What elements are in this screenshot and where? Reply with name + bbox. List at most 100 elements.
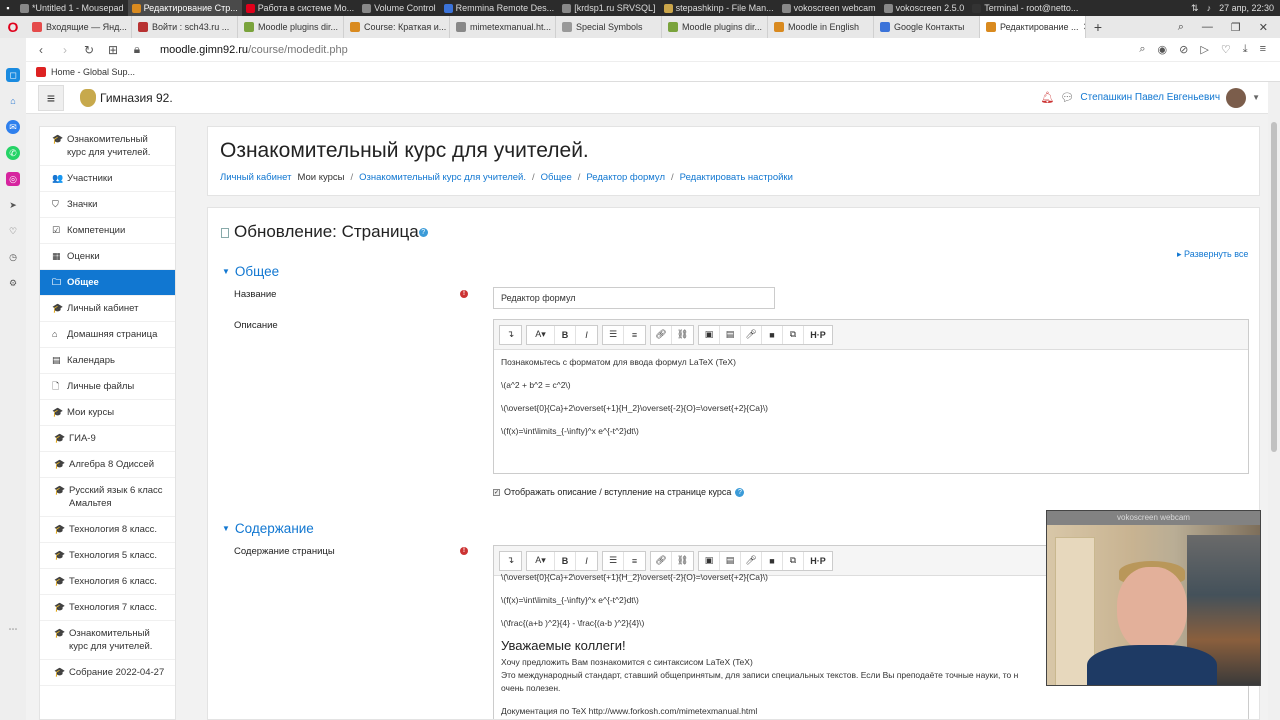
notifications-icon[interactable]: 🔔︎ <box>1040 91 1054 104</box>
drawer-item[interactable]: ▤ Календарь <box>40 348 175 374</box>
toolbar-toggle-icon[interactable]: ↴ <box>500 552 521 570</box>
clock[interactable]: 27 апр, 22:30 <box>1219 3 1274 13</box>
browser-tab[interactable]: Входящие — Янд... <box>26 16 132 38</box>
record-audio-icon[interactable]: 🎤︎ <box>741 551 762 570</box>
bold-icon[interactable]: B <box>555 325 576 344</box>
unordered-list-icon[interactable]: ☰ <box>603 325 624 344</box>
drawer-toggle-button[interactable]: ≡ <box>38 84 64 111</box>
taskbar-item[interactable]: vokoscreen webcam <box>778 0 880 16</box>
breadcrumb-section[interactable]: Общее <box>541 172 572 183</box>
breadcrumb-course[interactable]: Ознакомительный курс для учителей. <box>359 172 526 183</box>
browser-tab[interactable]: Moodle plugins dir... <box>662 16 768 38</box>
whatsapp-icon[interactable]: ✆ <box>6 146 20 160</box>
drawer-item[interactable]: 🎓 Технология 7 класс. <box>40 595 175 621</box>
help-icon[interactable]: ? <box>418 228 428 238</box>
font-style-icon[interactable]: A▾ <box>527 325 555 344</box>
link-icon[interactable]: 🔗︎ <box>651 551 672 570</box>
drawer-item[interactable]: 🎓 Алгебра 8 Одиссей <box>40 452 175 478</box>
camera-icon[interactable]: ◉ <box>1158 43 1168 56</box>
taskbar-item[interactable]: stepashkinp - File Man... <box>660 0 778 16</box>
minimize-icon[interactable]: — <box>1202 21 1213 33</box>
download-icon[interactable]: ⤓ <box>1243 43 1248 56</box>
close-window-icon[interactable]: ✕ <box>1259 21 1268 34</box>
unlink-icon[interactable]: ⛓ <box>672 552 693 570</box>
browser-tab[interactable]: Special Symbols <box>556 16 662 38</box>
play-icon[interactable]: ▷ <box>1200 43 1208 56</box>
messages-icon[interactable]: 💬︎ <box>1060 91 1074 104</box>
send-icon[interactable]: ➤ <box>6 198 20 212</box>
italic-icon[interactable]: I <box>576 326 597 344</box>
volume-icon[interactable]: ♪ <box>1207 3 1212 13</box>
chevron-down-icon[interactable]: ▼ <box>1252 93 1260 102</box>
reload-icon[interactable]: ↻ <box>82 43 96 57</box>
site-name[interactable]: Гимназия 92. <box>100 91 173 105</box>
site-logo[interactable] <box>80 88 96 107</box>
display-description-checkbox-row[interactable]: ✓ Отображать описание / вступление на ст… <box>493 487 745 497</box>
user-menu[interactable]: 🔔︎ 💬︎ Степашкин Павел Евгеньевич ▼ <box>1040 87 1268 108</box>
browser-tab[interactable]: Войти : sch43.ru ... <box>132 16 238 38</box>
browser-tab[interactable]: Course: Краткая и... <box>344 16 450 38</box>
browser-tab[interactable]: Moodle in English <box>768 16 874 38</box>
browser-tab[interactable]: Google Контакты <box>874 16 980 38</box>
taskbar-item[interactable]: Remmina Remote Des... <box>440 0 559 16</box>
help-icon[interactable]: ? <box>735 487 745 497</box>
breadcrumb-module[interactable]: Редактор формул <box>586 172 665 183</box>
menu-icon[interactable]: ≡ <box>1260 43 1266 56</box>
drawer-item[interactable]: 🗋 Личные файлы <box>40 374 175 400</box>
drawer-item[interactable]: 🎓 Мои курсы <box>40 400 175 426</box>
checkbox[interactable]: ✓ <box>493 488 500 496</box>
drawer-item[interactable]: 🎓 Технология 6 класс. <box>40 569 175 595</box>
image-icon[interactable]: ▣ <box>699 325 720 344</box>
bookmark-icon[interactable]: ♡ <box>1221 43 1231 56</box>
instagram-icon[interactable]: ◎ <box>6 172 20 186</box>
breadcrumb-my-courses[interactable]: Мои курсы <box>297 172 344 183</box>
avatar[interactable] <box>1226 87 1247 108</box>
drawer-item[interactable]: 🎓 Ознакомительный курс для учителей. <box>40 621 175 660</box>
unlink-icon[interactable]: ⛓ <box>672 326 693 344</box>
record-video-icon[interactable]: ■ <box>762 551 783 570</box>
ordered-list-icon[interactable]: ≡ <box>624 552 645 570</box>
taskbar-item[interactable]: vokoscreen 2.5.0 <box>880 0 969 16</box>
manage-files-icon[interactable]: ⧉ <box>783 551 804 570</box>
network-icon[interactable]: ⇅ <box>1191 3 1199 14</box>
media-icon[interactable]: ▤ <box>720 551 741 570</box>
drawer-item[interactable]: 🎓 Технология 5 класс. <box>40 543 175 569</box>
h5p-icon[interactable]: H·P <box>804 552 832 570</box>
taskbar-item[interactable]: Volume Control <box>358 0 440 16</box>
drawer-item[interactable]: ⌂ Домашняя страница <box>40 322 175 348</box>
image-icon[interactable]: ▣ <box>699 551 720 570</box>
taskbar-item[interactable]: Редактирование Стр... <box>127 0 242 16</box>
scrollbar-thumb[interactable] <box>1271 122 1277 452</box>
font-style-icon[interactable]: A▾ <box>527 551 555 570</box>
app-menu-icon[interactable]: ▪ <box>0 0 16 16</box>
url-field[interactable]: moodle.gimn92.ru/course/modedit.php <box>160 44 348 56</box>
drawer-item[interactable]: 🗀 Общее <box>40 270 175 296</box>
breadcrumb-current[interactable]: Редактировать настройки <box>680 172 793 183</box>
drawer-item[interactable]: 🎓 Собрание 2022-04-27 <box>40 660 175 686</box>
section-content-toggle[interactable]: ▼ Содержание <box>222 521 314 536</box>
drawer-item[interactable]: 🎓 Личный кабинет <box>40 296 175 322</box>
italic-icon[interactable]: I <box>576 552 597 570</box>
maximize-icon[interactable]: ❐ <box>1231 21 1241 34</box>
more-icon[interactable]: ⋯ <box>6 622 20 636</box>
new-tab-button[interactable]: + <box>1086 16 1110 38</box>
workspace-icon[interactable]: ◻ <box>6 68 20 82</box>
drawer-item[interactable]: 👥 Участники <box>40 166 175 192</box>
bold-icon[interactable]: B <box>555 551 576 570</box>
drawer-item[interactable]: 🎓 Ознакомительный курс для учителей. <box>40 127 175 166</box>
drawer-item[interactable]: 🎓 Технология 8 класс. <box>40 517 175 543</box>
description-content[interactable]: Познакомьтесь с форматом для ввода форму… <box>494 350 1248 454</box>
search-icon[interactable]: ⌕ <box>1139 43 1145 56</box>
manage-files-icon[interactable]: ⧉ <box>783 325 804 344</box>
taskbar-item[interactable]: *Untitled 1 - Mousepad <box>16 0 128 16</box>
tabs-grid-icon[interactable]: ⊞ <box>106 43 120 57</box>
page-scrollbar[interactable] <box>1268 82 1280 720</box>
media-icon[interactable]: ▤ <box>720 325 741 344</box>
record-audio-icon[interactable]: 🎤︎ <box>741 325 762 344</box>
record-video-icon[interactable]: ■ <box>762 325 783 344</box>
toolbar-toggle-icon[interactable]: ↴ <box>500 326 521 344</box>
speed-dial-icon[interactable]: ⌂ <box>6 94 20 108</box>
unordered-list-icon[interactable]: ☰ <box>603 551 624 570</box>
breadcrumb-dashboard[interactable]: Личный кабинет <box>220 172 291 183</box>
taskbar-item[interactable]: Terminal - root@netto... <box>968 0 1082 16</box>
